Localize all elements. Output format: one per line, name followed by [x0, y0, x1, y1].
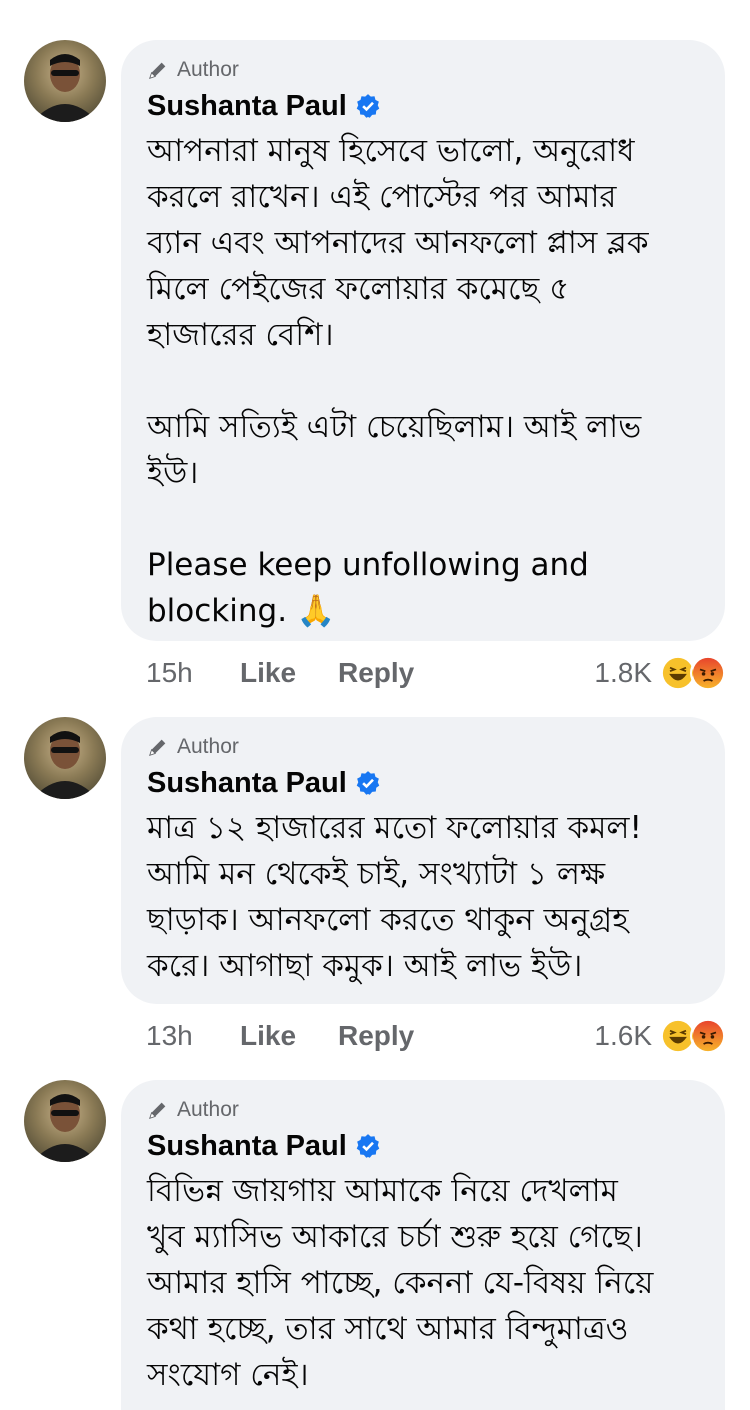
- pencil-icon: [149, 62, 166, 79]
- reactions-summary[interactable]: 1.6K: [594, 1016, 726, 1056]
- author-badge: Author: [147, 735, 699, 759]
- commenter-name[interactable]: Sushanta Paul: [147, 1130, 347, 1163]
- author-badge: Author: [147, 58, 699, 82]
- author-badge-label: Author: [177, 735, 239, 758]
- comment-text: আপনারা মানুষ হিসেবে ভালো, অনুরোধ করলে রা…: [147, 133, 649, 629]
- reply-button[interactable]: Reply: [338, 657, 414, 689]
- verified-badge-icon: [356, 1134, 380, 1158]
- timestamp[interactable]: 13h: [146, 1020, 240, 1052]
- comment-actions: 15h Like Reply 1.8K: [146, 653, 726, 693]
- verified-badge-icon: [356, 771, 380, 795]
- like-button[interactable]: Like: [240, 1020, 338, 1052]
- pencil-icon: [149, 1102, 166, 1119]
- verified-badge-icon: [356, 94, 380, 118]
- reaction-count: 1.8K: [594, 657, 652, 688]
- author-badge-label: Author: [177, 58, 239, 81]
- author-badge: Author: [147, 1098, 699, 1122]
- timestamp[interactable]: 15h: [146, 657, 240, 689]
- angry-icon: [690, 1018, 726, 1054]
- reactions-summary[interactable]: 1.8K: [594, 653, 726, 693]
- reply-button[interactable]: Reply: [338, 1020, 414, 1052]
- comment-actions: 13h Like Reply 1.6K: [146, 1016, 726, 1056]
- reaction-count: 1.6K: [594, 1020, 652, 1051]
- comment-bubble: Author Sushanta Paul বিভিন্ন জায়গায় আম…: [121, 1080, 725, 1410]
- comment-bubble: Author Sushanta Paul মাত্র ১২ হাজারের মত…: [121, 717, 725, 1004]
- comment-text: বিভিন্ন জায়গায় আমাকে নিয়ে দেখলাম খুব …: [147, 1173, 654, 1393]
- pencil-icon: [149, 739, 166, 756]
- commenter-name[interactable]: Sushanta Paul: [147, 767, 347, 800]
- like-button[interactable]: Like: [240, 657, 338, 689]
- author-badge-label: Author: [177, 1098, 239, 1121]
- avatar[interactable]: [24, 40, 106, 122]
- commenter-name[interactable]: Sushanta Paul: [147, 90, 347, 123]
- avatar[interactable]: [24, 717, 106, 799]
- comment-bubble: Author Sushanta Paul আপনারা মানুষ হিসেবে…: [121, 40, 725, 641]
- avatar[interactable]: [24, 1080, 106, 1162]
- angry-icon: [690, 655, 726, 691]
- comment-text: মাত্র ১২ হাজারের মতো ফলোয়ার কমল! আমি মন…: [147, 810, 642, 984]
